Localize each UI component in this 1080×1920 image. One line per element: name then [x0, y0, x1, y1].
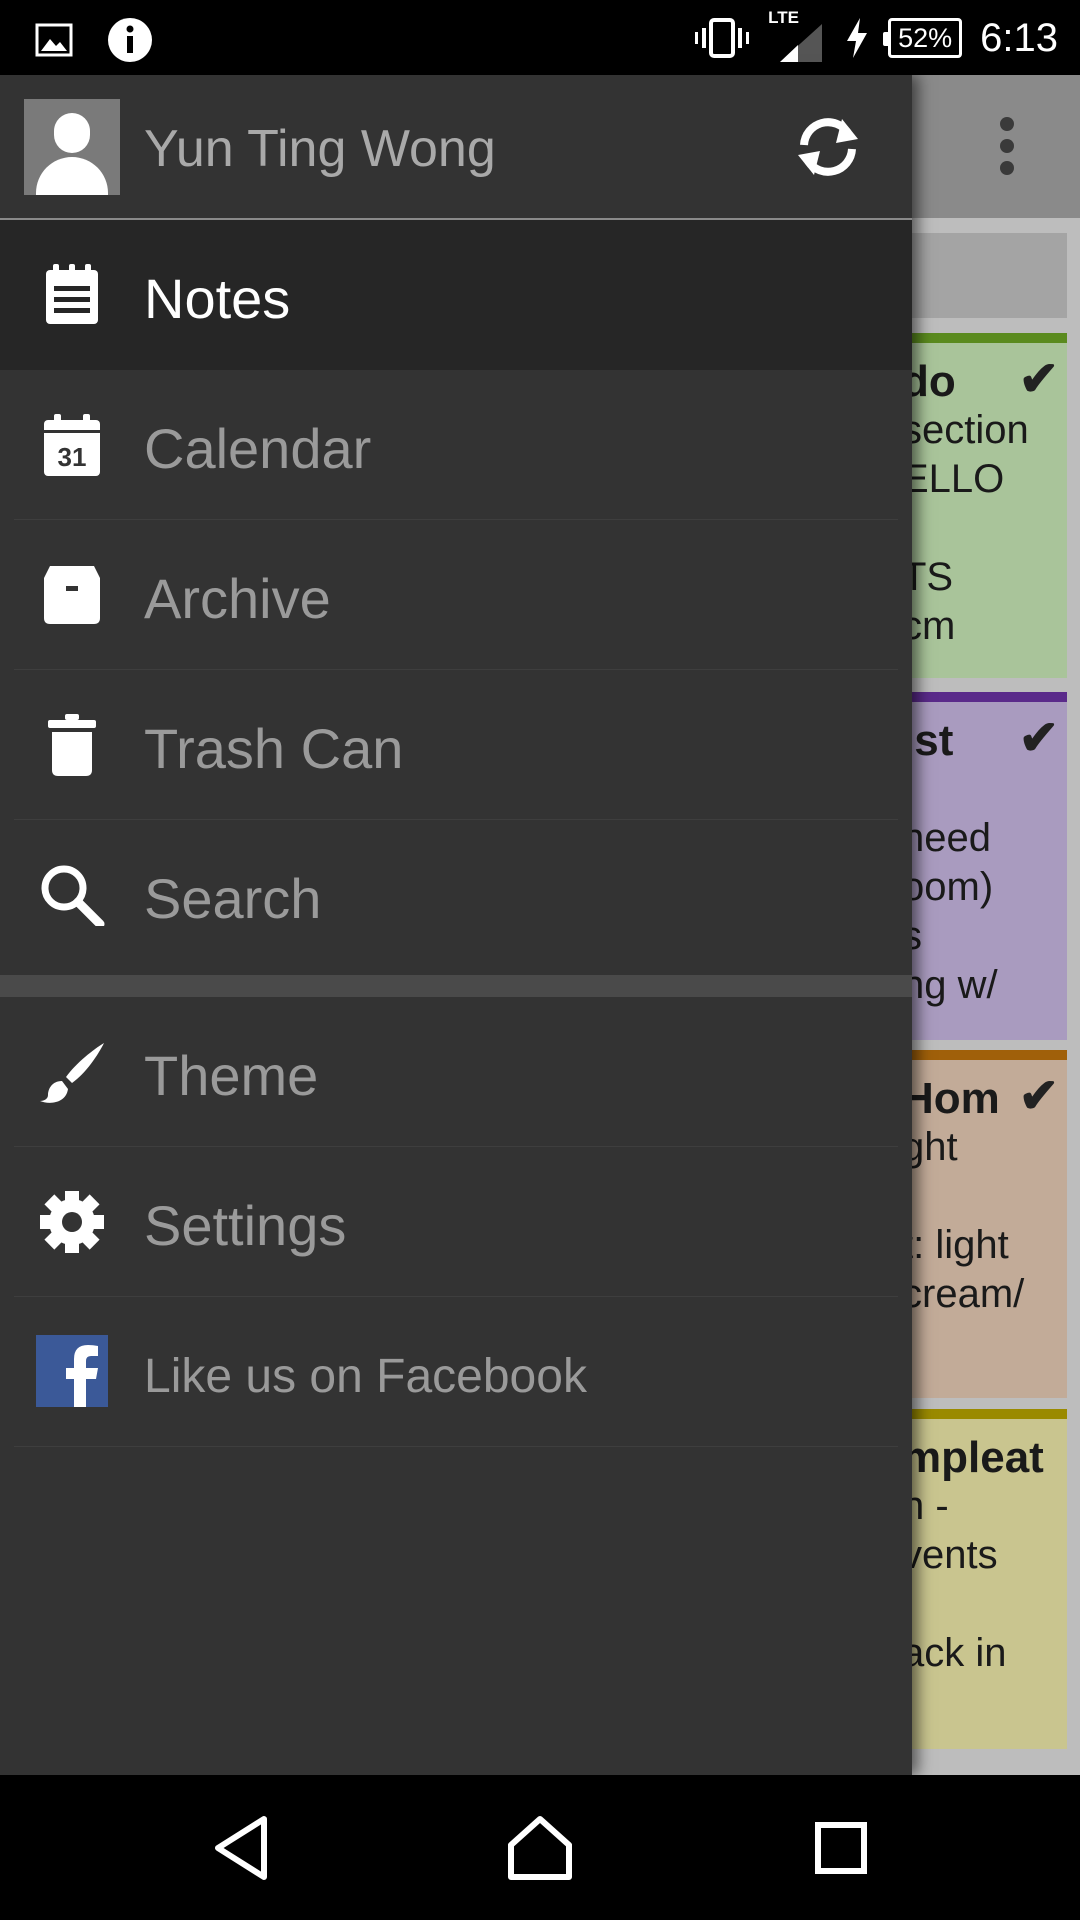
note-line: TS: [912, 555, 954, 599]
section-divider: [0, 975, 912, 997]
note-line: cream/: [912, 1272, 1025, 1316]
drawer-item-label: Archive: [144, 567, 331, 630]
note-line: ELLO: [912, 457, 1005, 501]
note-line: :: [912, 765, 1067, 814]
note-color-bar: [912, 1409, 1067, 1419]
sync-icon[interactable]: [790, 109, 866, 185]
user-name[interactable]: Yun Ting Wong: [144, 119, 496, 179]
note-line: [912, 1172, 1067, 1221]
note-card[interactable]: ist:needoom)sng w/✔: [912, 692, 1067, 1040]
battery-percent: 52%: [898, 22, 953, 53]
drawer-item-label: Theme: [144, 1044, 319, 1107]
note-line: cm: [912, 604, 956, 648]
trash-icon: [48, 714, 96, 776]
nav-bar: [0, 1775, 1080, 1920]
drawer-item-label: Settings: [144, 1194, 347, 1257]
note-color-bar: [912, 333, 1067, 343]
drawer-item-archive[interactable]: Archive: [0, 520, 912, 670]
checkmark-icon[interactable]: ✔: [1019, 351, 1059, 407]
checkmark-icon[interactable]: ✔: [1019, 710, 1059, 766]
navigation-drawer: Yun Ting Wong Notes 31 Calendar Archive …: [0, 75, 912, 1775]
note-line: ght: [912, 1125, 958, 1169]
drawer-item-label: Like us on Facebook: [144, 1350, 587, 1403]
charging-icon: [847, 18, 868, 58]
battery-icon: 52%: [883, 18, 963, 58]
drawer-item-facebook[interactable]: Like us on Facebook: [0, 1297, 912, 1447]
note-line: ng w/: [912, 963, 998, 1007]
note-line: [912, 504, 1067, 553]
note-color-bar: [912, 692, 1067, 702]
note-body: mpleat n - vents ack in: [912, 1419, 1067, 1678]
note-line: [912, 1580, 1067, 1629]
drawer-item-label: Trash Can: [144, 717, 404, 780]
archive-icon: [44, 566, 100, 624]
note-line: section: [912, 408, 1029, 452]
checkmark-icon[interactable]: ✔: [1019, 1068, 1059, 1124]
vibrate-icon: [695, 18, 750, 58]
note-line: n -: [912, 1484, 949, 1528]
note-card[interactable]: mpleat n - vents ack in: [912, 1409, 1067, 1749]
note-title: mpleat: [912, 1433, 1044, 1482]
note-line: s: [912, 914, 922, 958]
drawer-item-label: Calendar: [144, 417, 372, 480]
status-bar: LTE 52% 6:13: [0, 0, 1080, 75]
note-card[interactable]: do section ELLO TS cm ✔: [912, 333, 1067, 678]
home-icon[interactable]: [505, 1813, 575, 1883]
signal-icon: LTE: [768, 8, 826, 66]
calendar-icon-day: 31: [58, 442, 87, 472]
note-line: ack in: [912, 1631, 1007, 1675]
back-icon[interactable]: [208, 1813, 278, 1883]
note-line: oom): [912, 865, 994, 909]
note-line: need: [912, 816, 991, 860]
note-line: t: light: [912, 1223, 1009, 1267]
overflow-menu-icon[interactable]: [997, 117, 1017, 177]
recents-icon[interactable]: [806, 1813, 876, 1883]
gear-icon: [40, 1191, 104, 1253]
brush-icon: [40, 1043, 104, 1103]
info-icon: [108, 18, 152, 62]
note-color-bar: [912, 1050, 1067, 1060]
image-icon: [35, 23, 73, 57]
drawer-item-label: Notes: [144, 267, 291, 330]
drawer-item-search[interactable]: Search: [0, 820, 912, 970]
drawer-item-settings[interactable]: Settings: [0, 1147, 912, 1297]
note-card[interactable]: Hom ght t: light cream/ ✔: [912, 1050, 1067, 1398]
status-clock: 6:13: [980, 15, 1058, 60]
drawer-item-calendar[interactable]: 31 Calendar: [0, 370, 912, 520]
drawer-item-notes[interactable]: Notes: [0, 220, 912, 370]
facebook-icon: [36, 1335, 108, 1407]
drawer-item-label: Search: [144, 867, 322, 930]
notepad-icon: [46, 264, 98, 324]
note-line: vents: [912, 1533, 998, 1577]
drawer-header: Yun Ting Wong: [0, 75, 912, 220]
drawer-item-theme[interactable]: Theme: [0, 997, 912, 1147]
drawer-item-trash[interactable]: Trash Can: [0, 670, 912, 820]
avatar[interactable]: [24, 99, 120, 195]
note-line: [912, 1319, 1067, 1368]
search-strip: [912, 233, 1067, 318]
calendar-icon: 31: [44, 414, 100, 476]
search-icon: [41, 865, 105, 926]
